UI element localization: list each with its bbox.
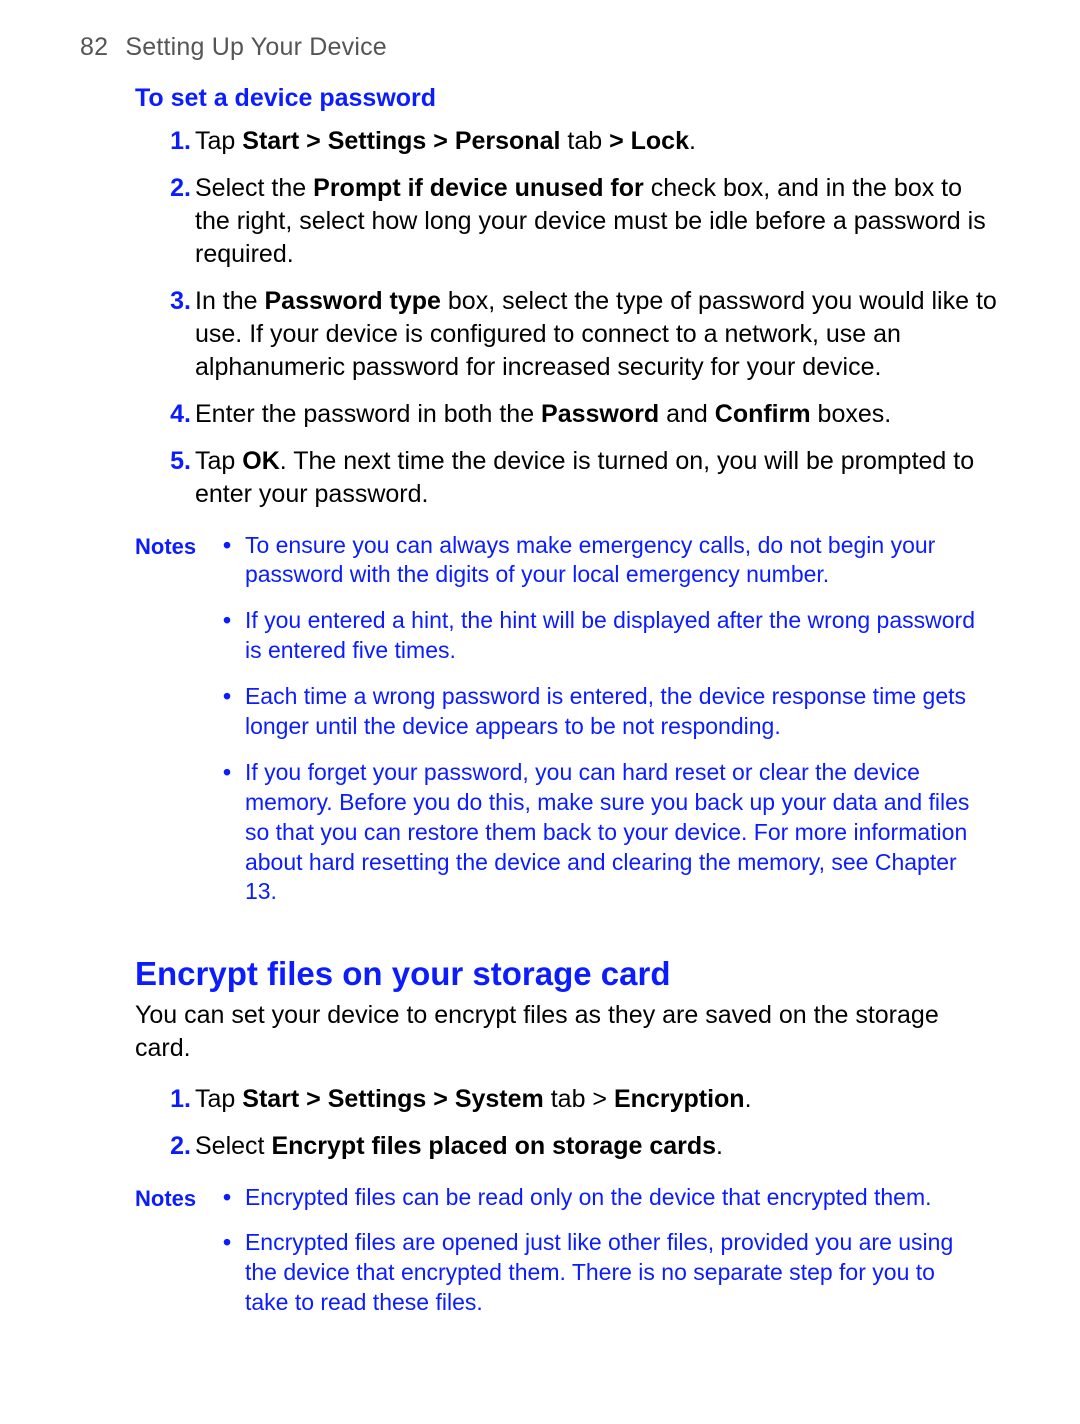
step-item: 2. Select the Prompt if device unused fo… [195, 172, 1000, 271]
page-number: 82 [80, 33, 108, 61]
step-text: Tap Start > Settings > Personal tab > Lo… [195, 127, 696, 155]
step-item: 3. In the Password type box, select the … [195, 285, 1000, 384]
note-item: If you forget your password, you can har… [217, 758, 977, 907]
document-page: 82 Setting Up Your Device To set a devic… [0, 0, 1080, 1424]
steps-set-password: 1. Tap Start > Settings > Personal tab >… [80, 125, 1000, 511]
step-item: 2. Select Encrypt files placed on storag… [195, 1130, 1000, 1163]
step-text: Select Encrypt files placed on storage c… [195, 1132, 723, 1160]
note-item: Encrypted files are opened just like oth… [217, 1228, 977, 1318]
notes-list: To ensure you can always make emergency … [217, 531, 977, 924]
step-number: 4. [161, 398, 191, 431]
notes-label: Notes [135, 1183, 210, 1213]
step-text: Tap Start > Settings > System tab > Encr… [195, 1085, 752, 1113]
subheading-set-password: To set a device password [135, 83, 1000, 114]
step-number: 2. [161, 1130, 191, 1163]
step-number: 1. [161, 125, 191, 158]
intro-encrypt: You can set your device to encrypt files… [135, 999, 965, 1065]
page-header: 82 Setting Up Your Device [80, 32, 1000, 63]
step-number: 2. [161, 172, 191, 205]
step-item: 4. Enter the password in both the Passwo… [195, 398, 1000, 431]
notes-block-2: Notes Encrypted files can be read only o… [135, 1183, 1000, 1335]
step-number: 5. [161, 445, 191, 478]
note-item: Each time a wrong password is entered, t… [217, 682, 977, 742]
step-number: 3. [161, 285, 191, 318]
note-item: To ensure you can always make emergency … [217, 531, 977, 591]
notes-list: Encrypted files can be read only on the … [217, 1183, 977, 1335]
steps-encrypt: 1. Tap Start > Settings > System tab > E… [80, 1083, 1000, 1163]
notes-block-1: Notes To ensure you can always make emer… [135, 531, 1000, 924]
step-text: In the Password type box, select the typ… [195, 287, 997, 381]
step-text: Enter the password in both the Password … [195, 400, 891, 428]
step-number: 1. [161, 1083, 191, 1116]
note-item: If you entered a hint, the hint will be … [217, 606, 977, 666]
step-item: 5. Tap OK. The next time the device is t… [195, 445, 1000, 511]
step-item: 1. Tap Start > Settings > System tab > E… [195, 1083, 1000, 1116]
note-item: Encrypted files can be read only on the … [217, 1183, 977, 1213]
heading-encrypt: Encrypt files on your storage card [135, 953, 1000, 994]
step-text: Tap OK. The next time the device is turn… [195, 447, 974, 508]
step-item: 1. Tap Start > Settings > Personal tab >… [195, 125, 1000, 158]
page-title: Setting Up Your Device [125, 33, 387, 61]
notes-label: Notes [135, 531, 210, 561]
step-text: Select the Prompt if device unused for c… [195, 174, 986, 268]
